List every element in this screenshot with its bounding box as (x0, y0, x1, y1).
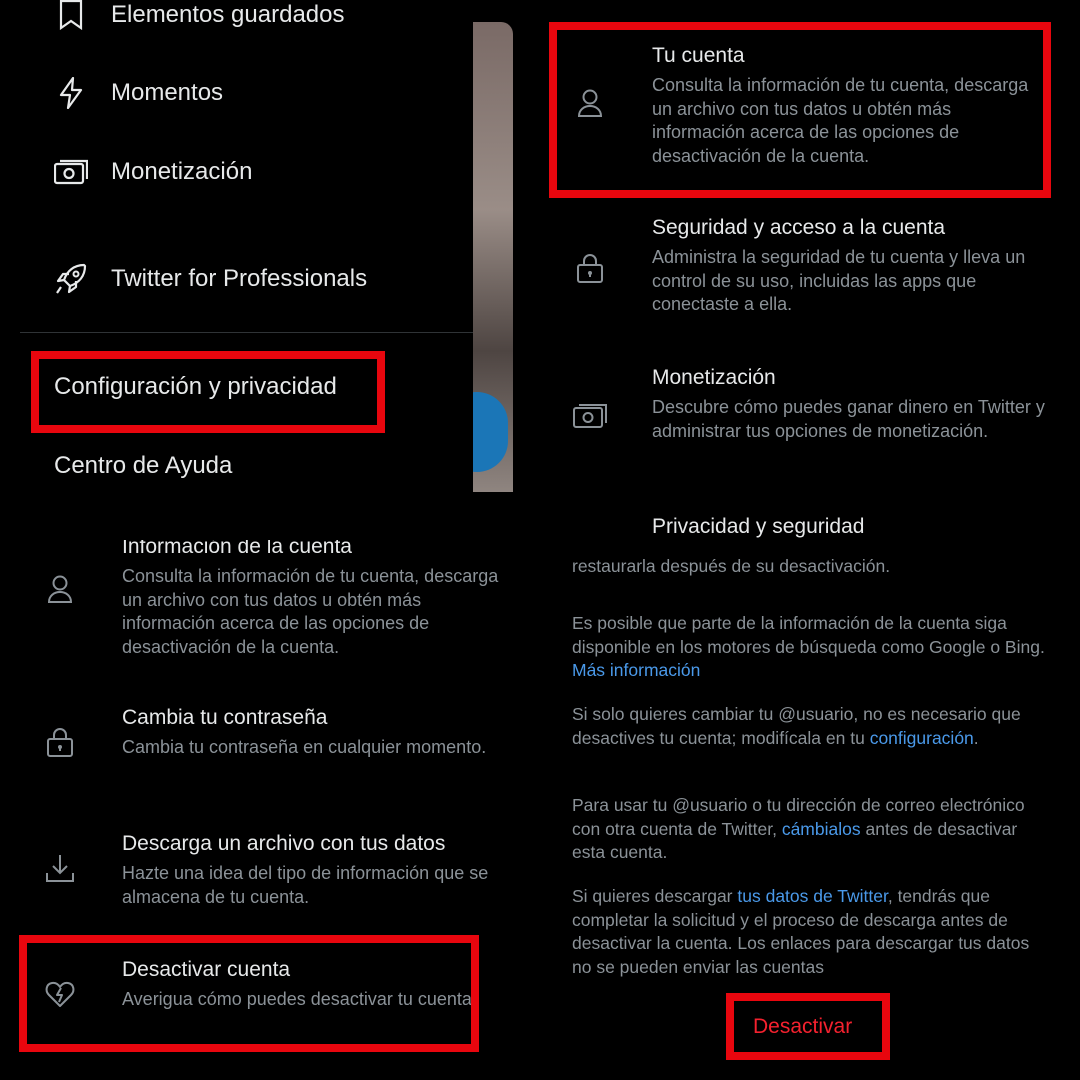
lock-icon (43, 726, 77, 760)
deactivate-paragraph-2: Si solo quieres cambiar tu @usuario, no … (572, 704, 1021, 748)
money-icon (573, 399, 607, 433)
lightning-icon (54, 76, 88, 110)
drawer-divider (20, 332, 473, 333)
deactivate-paragraph-3: Para usar tu @usuario o tu dirección de … (572, 795, 1025, 862)
drawer-item-help[interactable]: Centro de Ayuda (54, 452, 232, 480)
person-icon (43, 572, 77, 606)
download-icon (43, 851, 77, 885)
drawer-item-monetization[interactable]: Monetización (54, 155, 252, 189)
broken-heart-icon (43, 977, 77, 1011)
settings-panel: Tu cuenta Consulta la información de tu … (550, 0, 1080, 540)
deactivate-paragraph-1: Es posible que parte de la información d… (572, 613, 1045, 680)
bookmark-icon (54, 0, 88, 32)
deactivate-button[interactable]: Desactivar (753, 1015, 852, 1039)
more-info-link[interactable]: Más información (572, 660, 700, 680)
twitter-data-link[interactable]: tus datos de Twitter (737, 886, 887, 906)
drawer-item-moments[interactable]: Momentos (54, 76, 223, 110)
change-them-link[interactable]: cámbialos (782, 819, 861, 839)
settings-link[interactable]: configuración (870, 728, 974, 748)
drawer-panel: Elementos guardados Momentos Monetizació… (0, 0, 530, 530)
lock-icon (573, 252, 607, 286)
drawer-item-bookmarks[interactable]: Elementos guardados (54, 0, 344, 32)
drawer-item-professionals[interactable]: Twitter for Professionals (54, 262, 367, 296)
person-icon (573, 86, 607, 120)
account-panel: Información de la cuenta Consulta la inf… (0, 540, 540, 1080)
money-icon (54, 155, 88, 189)
drawer-item-settings[interactable]: Configuración y privacidad (54, 373, 337, 401)
deactivate-panel: restaurarla después de su desactivación.… (550, 540, 1080, 1080)
navigation-drawer: Elementos guardados Momentos Monetizació… (0, 0, 473, 497)
deactivate-paragraph-4: Si quieres descargar tus datos de Twitte… (572, 886, 1030, 977)
rocket-icon (54, 262, 88, 296)
deactivate-paragraph-0: restaurarla después de su desactivación. (572, 556, 891, 576)
